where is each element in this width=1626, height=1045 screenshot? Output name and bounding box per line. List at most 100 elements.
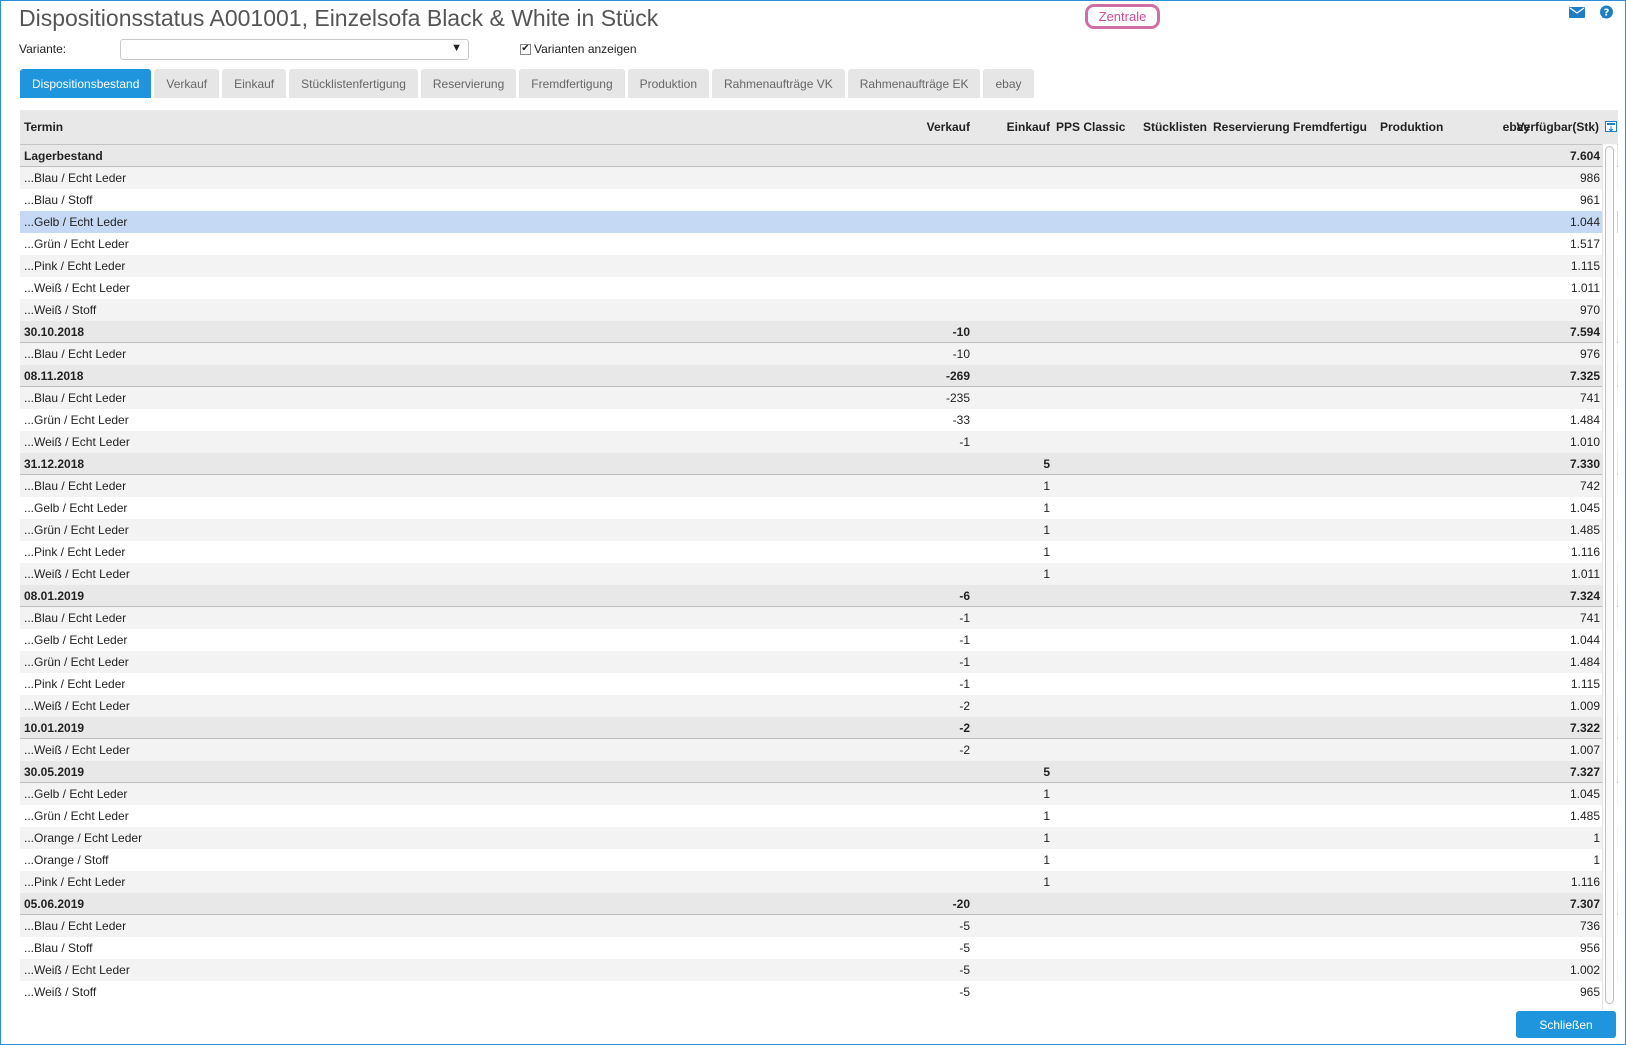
table-row[interactable]: ...Gelb / Echt Leder -1 1.044 [20,629,1618,651]
table-row[interactable]: ...Blau / Echt Leder -1 741 [20,607,1618,629]
tab-fremdfertigung[interactable]: Fremdfertigung [519,69,625,98]
table-group-row[interactable]: 31.12.2018 5 7.330 [20,453,1618,475]
table-row[interactable]: ...Gelb / Echt Leder 1 1.045 [20,783,1618,805]
column-header-verkauf[interactable]: Verkauf [870,110,970,144]
cell-termin: ...Blau / Echt Leder [24,171,127,185]
help-icon[interactable]: ? [1599,5,1614,20]
table-row[interactable]: ...Weiß / Echt Leder -1 1.010 [20,431,1618,453]
cell-einkauf [970,959,1050,981]
table-row[interactable]: ...Pink / Echt Leder 1 1.116 [20,541,1618,563]
table-row[interactable]: ...Weiß / Echt Leder -2 1.007 [20,739,1618,761]
table-row[interactable]: ...Blau / Echt Leder 1 742 [20,475,1618,497]
chevron-down-icon: ▼ [451,42,462,54]
column-header-verfuegbar[interactable]: Verfügbar(Stk) [1515,110,1599,144]
cell-verfuegbar: 742 [1579,479,1600,493]
table-group-row[interactable]: 30.05.2019 5 7.327 [20,761,1618,783]
cell-einkauf [970,739,1050,761]
tab-rahmenauftraege-ek[interactable]: Rahmenaufträge EK [847,69,981,98]
cell-termin: ...Gelb / Echt Leder [24,633,128,647]
cell-verfuegbar: 1.485 [1569,809,1600,823]
table-row[interactable]: ...Weiß / Echt Leder 1.011 [20,277,1618,299]
table-row[interactable]: ...Pink / Echt Leder -1 1.115 [20,673,1618,695]
table-row[interactable]: ...Orange / Echt Leder 1 1 [20,827,1618,849]
tab-produktion[interactable]: Produktion [627,69,709,98]
cell-einkauf [970,915,1050,937]
table-group-row[interactable]: 10.01.2019 -2 7.322 [20,717,1618,739]
cell-verkauf [870,761,970,783]
cell-einkauf: 1 [1043,787,1050,801]
table-row[interactable]: ...Gelb / Echt Leder 1.044 [20,211,1618,233]
table-row[interactable]: ...Pink / Echt Leder 1 1.116 [20,871,1618,893]
cell-verkauf [870,475,970,497]
table-row[interactable]: ...Weiß / Stoff -5 965 [20,981,1618,1003]
column-header-termin[interactable]: Termin [24,110,63,144]
table-group-row[interactable]: 08.11.2018 -269 7.325 [20,365,1618,387]
table-row[interactable]: ...Gelb / Echt Leder 1 1.045 [20,497,1618,519]
cell-termin: ...Weiß / Stoff [24,303,97,317]
tab-reservierung[interactable]: Reservierung [420,69,517,98]
cell-verkauf [870,167,970,189]
tab-dispositionsbestand[interactable]: Dispositionsbestand [20,69,152,98]
table-row[interactable]: ...Blau / Echt Leder -235 741 [20,387,1618,409]
table-row[interactable]: ...Blau / Echt Leder -5 736 [20,915,1618,937]
column-header-produktion[interactable]: Produktion [1380,110,1460,144]
show-variants-toggle[interactable]: ✔ Varianten anzeigen [520,42,637,56]
cell-termin: 08.01.2019 [24,589,85,603]
table-row[interactable]: ...Blau / Echt Leder -10 976 [20,343,1618,365]
table-group-row[interactable]: 30.10.2018 -10 7.594 [20,321,1618,343]
tab-einkauf[interactable]: Einkauf [222,69,287,98]
column-header-stuecklisten[interactable]: Stücklisten [1126,110,1207,144]
cell-einkauf [970,167,1050,189]
zentrale-button[interactable]: Zentrale [1085,4,1160,29]
table-row[interactable]: ...Blau / Echt Leder 986 [20,167,1618,189]
cell-einkauf [970,695,1050,717]
cell-termin: ...Grün / Echt Leder [24,413,129,427]
tab-verkauf[interactable]: Verkauf [154,69,220,98]
table-row[interactable]: ...Grün / Echt Leder 1 1.485 [20,519,1618,541]
cell-verfuegbar: 961 [1579,193,1600,207]
cell-termin: 31.12.2018 [24,457,85,471]
table-row[interactable]: ...Pink / Echt Leder 1.115 [20,255,1618,277]
cell-verfuegbar: 7.322 [1569,721,1600,735]
tab-rahmenauftraege-vk[interactable]: Rahmenaufträge VK [712,69,845,98]
table-row[interactable]: ...Grün / Echt Leder -33 1.484 [20,409,1618,431]
export-icon[interactable] [1605,121,1617,132]
table-group-row[interactable]: 05.06.2019 -20 7.307 [20,893,1618,915]
table-row[interactable]: ...Grün / Echt Leder 1 1.485 [20,805,1618,827]
cell-einkauf: 1 [1043,545,1050,559]
cell-verkauf: -33 [952,413,970,427]
show-variants-checkbox[interactable]: ✔ [520,43,531,55]
table-row[interactable]: ...Weiß / Echt Leder -2 1.009 [20,695,1618,717]
table-row[interactable]: ...Grün / Echt Leder -1 1.484 [20,651,1618,673]
vertical-scrollbar[interactable] [1602,144,1617,1010]
table-row[interactable]: ...Weiß / Stoff 970 [20,299,1618,321]
cell-einkauf: 1 [1043,523,1050,537]
table-row[interactable]: ...Grün / Echt Leder 1.517 [20,233,1618,255]
table-row[interactable]: ...Weiß / Echt Leder 1 1.011 [20,563,1618,585]
cell-termin: ...Orange / Echt Leder [24,831,143,845]
column-header-fremdfertigung[interactable]: Fremdfertigu [1293,110,1370,144]
cell-verfuegbar: 741 [1579,391,1600,405]
cell-termin: ...Gelb / Echt Leder [24,501,128,515]
tab-ebay[interactable]: ebay [983,69,1034,98]
table-group-row[interactable]: 08.01.2019 -6 7.324 [20,585,1618,607]
tab-stuecklistenfertigung[interactable]: Stücklistenfertigung [289,69,418,98]
scrollbar-thumb[interactable] [1605,146,1614,1004]
column-header-einkauf[interactable]: Einkauf [970,110,1050,144]
variante-select[interactable]: ▼ [120,39,469,60]
cell-termin: ...Grün / Echt Leder [24,523,129,537]
table-row[interactable]: ...Weiß / Echt Leder -5 1.002 [20,959,1618,981]
table-row[interactable]: ...Orange / Stoff 1 1 [20,849,1618,871]
column-header-pps-classic[interactable]: PPS Classic [1056,110,1136,144]
table-row[interactable]: ...Blau / Stoff 961 [20,189,1618,211]
cell-einkauf [970,365,1050,387]
table-group-row[interactable]: Lagerbestand 7.604 [20,145,1618,167]
mail-icon[interactable] [1569,7,1585,18]
column-header-reservierung[interactable]: Reservierung [1213,110,1290,144]
cell-verkauf: -5 [959,963,970,977]
cell-verfuegbar: 1.115 [1570,677,1600,691]
close-button[interactable]: Schließen [1516,1011,1616,1038]
table-row[interactable]: ...Blau / Stoff -5 956 [20,937,1618,959]
cell-verfuegbar: 1.484 [1569,413,1600,427]
cell-einkauf [970,233,1050,255]
